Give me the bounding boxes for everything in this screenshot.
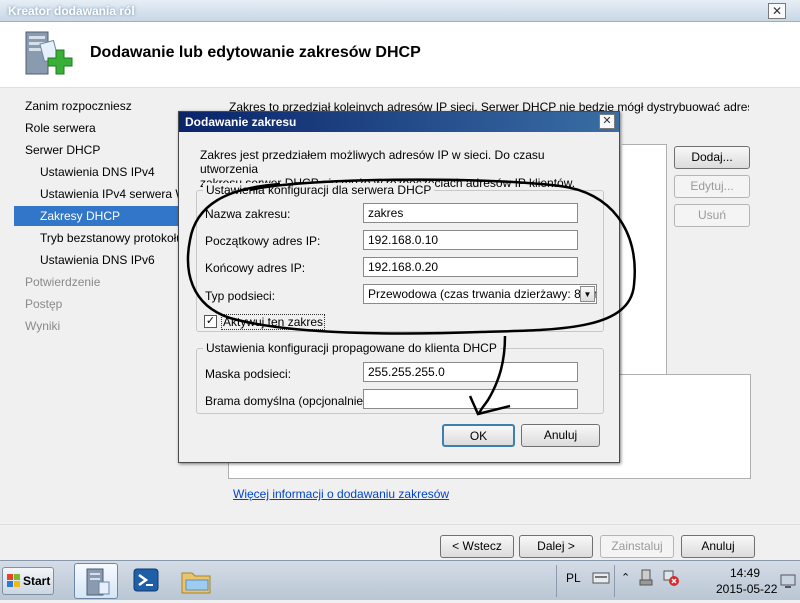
footer-divider: [0, 524, 800, 525]
add-scope-dialog: Dodawanie zakresu ✕ Zakres jest przedzia…: [178, 111, 620, 463]
dialog-title-bar[interactable]: Dodawanie zakresu ✕: [179, 112, 619, 132]
start-button[interactable]: Start: [2, 567, 54, 595]
activate-scope-checkbox[interactable]: ✓: [204, 315, 217, 328]
nav-item-dhcpv6-stateless-mode[interactable]: Tryb bezstanowy protokołu DHCPv6: [14, 228, 194, 248]
dialog-cancel-button[interactable]: Anuluj: [521, 424, 600, 447]
show-hidden-icons-icon[interactable]: ⌃: [621, 571, 630, 584]
language-indicator[interactable]: PL: [566, 571, 581, 585]
ok-button[interactable]: OK: [442, 424, 515, 447]
end-ip-label: Końcowy adres IP:: [205, 261, 306, 275]
start-ip-input[interactable]: 192.168.0.10: [363, 230, 578, 250]
close-icon: ✕: [602, 115, 612, 127]
scopes-list[interactable]: [622, 144, 667, 379]
nav-item-dhcp-scopes[interactable]: Zakresy DHCP: [14, 206, 194, 226]
close-icon: ✕: [771, 4, 783, 18]
nav-item-progress: Postęp: [25, 297, 63, 311]
keyboard-icon[interactable]: [592, 571, 610, 585]
activate-scope-label[interactable]: Aktywuj ten zakres: [221, 314, 326, 330]
server-settings-legend: Ustawienia konfiguracji dla serwera DHCP: [203, 183, 435, 197]
nav-item-confirmation: Potwierdzenie: [25, 275, 101, 289]
add-scope-button[interactable]: Dodaj...: [674, 146, 750, 169]
clock-date[interactable]: 2015-05-22: [716, 582, 777, 596]
subnet-type-select[interactable]: Przewodowa (czas trwania dzierżawy: 8 dn…: [363, 284, 597, 304]
wizard-close-button[interactable]: ✕: [768, 3, 786, 19]
start-label: Start: [23, 574, 51, 588]
show-desktop-icon[interactable]: [780, 573, 796, 589]
subnet-mask-label: Maska podsieci:: [205, 367, 292, 381]
server-manager-icon: [86, 568, 110, 596]
next-button[interactable]: Dalej >: [519, 535, 593, 558]
wizard-title: Kreator dodawania ról: [8, 4, 135, 18]
dropdown-arrow-icon[interactable]: ▼: [580, 286, 595, 302]
install-button: Zainstaluj: [600, 535, 674, 558]
nav-item-before-you-begin[interactable]: Zanim rozpoczniesz: [14, 96, 194, 116]
powershell-icon: [133, 568, 159, 592]
taskbar-explorer-button[interactable]: [174, 563, 218, 599]
wizard-cancel-button[interactable]: Anuluj: [681, 535, 755, 558]
tray-separator: [556, 565, 557, 597]
clock-time[interactable]: 14:49: [730, 566, 760, 580]
tray-separator: [614, 565, 615, 597]
nav-item-ipv4-wins-settings[interactable]: Ustawienia IPv4 serwera WINS: [14, 184, 194, 204]
back-button[interactable]: < Wstecz: [440, 535, 514, 558]
wizard-title-bar[interactable]: Kreator dodawania ról ✕: [0, 0, 800, 22]
nav-item-results: Wyniki: [25, 319, 61, 333]
taskbar-server-manager-button[interactable]: [74, 563, 118, 599]
default-gateway-label: Brama domyślna (opcjonalnie):: [205, 394, 371, 408]
network-disconnected-icon[interactable]: [662, 569, 680, 587]
subnet-mask-input[interactable]: 255.255.255.0: [363, 362, 578, 382]
nav-item-ipv6-dns-settings[interactable]: Ustawienia DNS IPv6: [14, 250, 194, 270]
dialog-title: Dodawanie zakresu: [185, 115, 297, 129]
subnet-type-label: Typ podsieci:: [205, 289, 276, 303]
server-add-role-icon: [25, 31, 73, 75]
client-settings-legend: Ustawienia konfiguracji propagowane do k…: [203, 341, 500, 355]
windows-logo-icon: [7, 574, 20, 587]
wizard-header: Dodawanie lub edytowanie zakresów DHCP: [0, 22, 800, 88]
subnet-type-value: Przewodowa (czas trwania dzierżawy: 8 dn…: [368, 287, 597, 301]
default-gateway-input[interactable]: [363, 389, 578, 409]
safely-remove-hardware-icon[interactable]: [638, 569, 654, 587]
scope-name-label: Nazwa zakresu:: [205, 207, 291, 221]
nav-item-ipv4-dns-settings[interactable]: Ustawienia DNS IPv4: [14, 162, 194, 182]
remove-scope-button: Usuń: [674, 204, 750, 227]
dialog-description-line: Zakres jest przedziałem możliwych adresó…: [200, 148, 545, 176]
folder-icon: [181, 572, 211, 594]
page-title: Dodawanie lub edytowanie zakresów DHCP: [90, 44, 421, 61]
dialog-close-button[interactable]: ✕: [599, 114, 615, 129]
nav-item-server-roles[interactable]: Role serwera: [14, 118, 194, 138]
end-ip-input[interactable]: 192.168.0.20: [363, 257, 578, 277]
taskbar: Start PL ⌃ 14:49 2015-05-22: [0, 560, 800, 600]
nav-item-dhcp-server[interactable]: Serwer DHCP: [14, 140, 194, 160]
scope-name-input[interactable]: zakres: [363, 203, 578, 223]
more-info-link[interactable]: Więcej informacji o dodawaniu zakresów: [233, 487, 449, 501]
taskbar-powershell-button[interactable]: [124, 563, 168, 599]
start-ip-label: Początkowy adres IP:: [205, 234, 321, 248]
edit-scope-button: Edytuj...: [674, 175, 750, 198]
